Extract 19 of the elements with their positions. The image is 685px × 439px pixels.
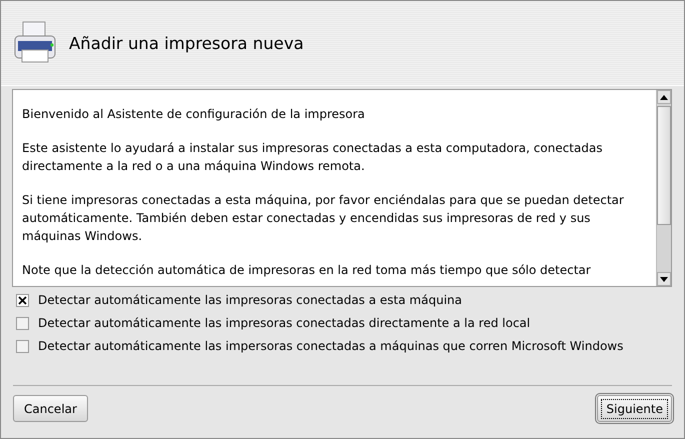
paragraph: Bienvenido al Asistente de configuración de la impresora: [22, 106, 366, 123]
scroll-up-button[interactable]: [657, 90, 671, 104]
paragraph: Este asistente lo ayudará a instalar sus impresoras conectadas a esta computadora, conectadas directamente a la red o a una máquina Windows remota.: [22, 140, 604, 175]
checkbox[interactable]: [16, 294, 29, 306]
checkbox-label[interactable]: Detectar automáticamente las impresoras conectadas a esta máquina: [38, 293, 462, 307]
scrollbar-thumb[interactable]: [657, 106, 671, 225]
paragraph: Note que la detección automática de impresoras en la red toma más tiempo que sólo detectar: [22, 262, 592, 279]
checkbox-label[interactable]: Detectar automáticamente las impersoras conectadas a máquinas que corren Microsoft Windows: [38, 339, 624, 353]
cancel-button[interactable]: Cancelar: [13, 395, 88, 422]
scroll-down-button[interactable]: [657, 272, 671, 286]
checkbox-label[interactable]: Detectar automáticamente las impresoras conectadas directamente a la red local: [38, 316, 530, 330]
paragraph: Si tiene impresoras conectadas a esta máquina, por favor enciéndalas para que se puedan detectar automáticamente. También deben estar conectadas y encendidas sus impresoras de red y sus máquinas Windows.: [22, 192, 625, 245]
checkbox[interactable]: [16, 316, 29, 330]
up-arrow-icon: [660, 94, 668, 100]
checkbox[interactable]: [16, 340, 29, 352]
scrollbar[interactable]: [656, 90, 671, 286]
next-button[interactable]: Siguiente: [597, 395, 672, 422]
window-title: Añadir una impresora nueva: [69, 34, 304, 52]
down-arrow-icon: [660, 276, 668, 282]
